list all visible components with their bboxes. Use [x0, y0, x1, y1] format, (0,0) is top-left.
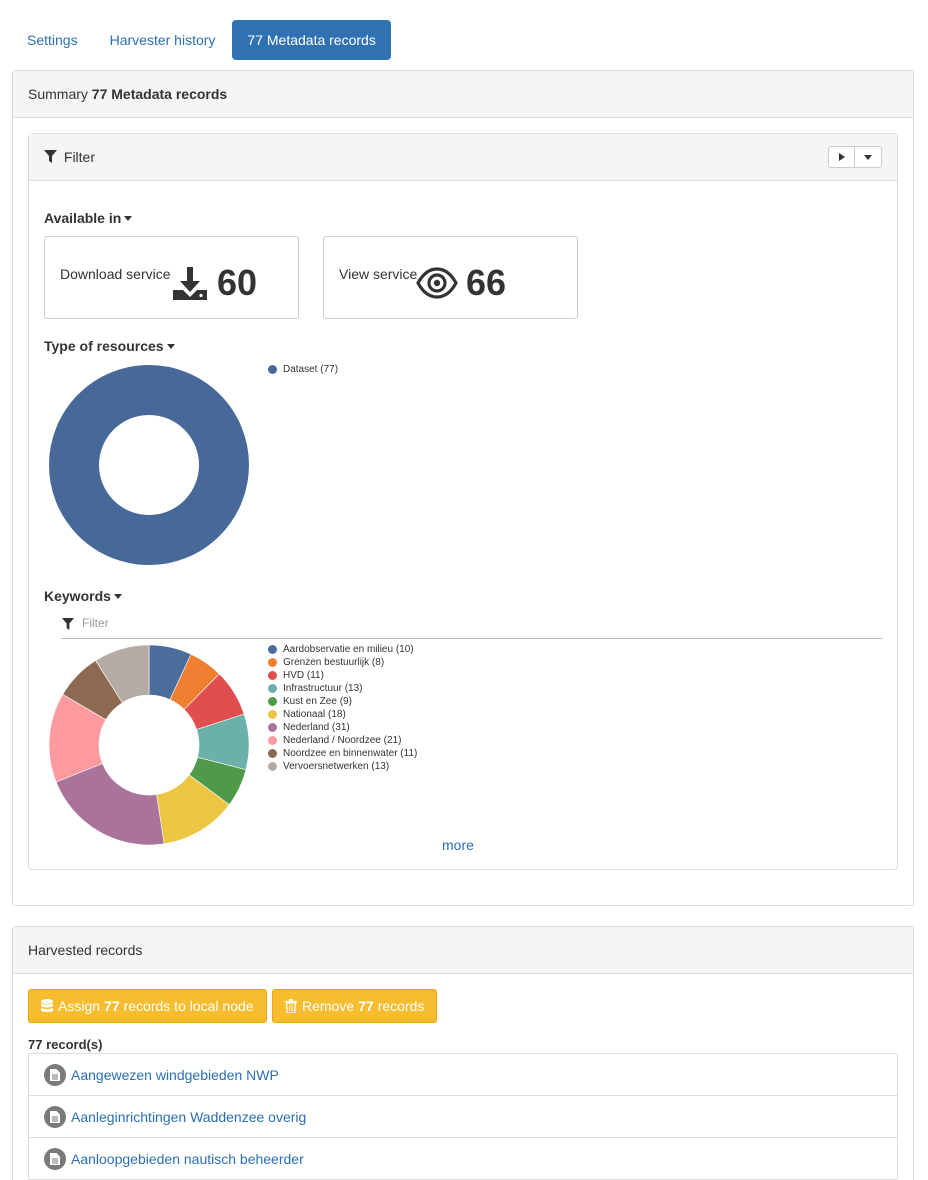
keywords-title[interactable]: Keywords: [44, 588, 122, 604]
summary-heading: Summary 77 Metadata records: [13, 71, 913, 118]
harvested-records-heading: Harvested records: [13, 927, 913, 974]
legend-item[interactable]: Nederland / Noordzee (21): [268, 734, 417, 747]
legend-dot: [268, 365, 277, 374]
view-service-card[interactable]: View service 66: [323, 236, 578, 319]
list-item[interactable]: Aangewezen windgebieden NWP: [29, 1054, 897, 1096]
legend-item[interactable]: HVD (11): [268, 669, 417, 682]
caret-down-icon: [864, 154, 872, 160]
record-list: Aangewezen windgebieden NWP Aanleginrich…: [28, 1053, 898, 1180]
legend-label: Infrastructuur (13): [283, 683, 363, 694]
available-in-title[interactable]: Available in: [44, 210, 133, 226]
filter-title: Filter: [63, 149, 96, 165]
assign-count: 77: [104, 998, 120, 1014]
remove-suffix: records: [377, 998, 425, 1014]
legend-label: Nederland (31): [283, 722, 350, 733]
caret-down-icon: [113, 594, 122, 599]
download-icon: [173, 267, 207, 300]
eye-icon: [416, 267, 458, 299]
document-icon: [44, 1063, 66, 1086]
funnel-icon: [62, 618, 74, 630]
play-button[interactable]: [828, 146, 855, 168]
legend-item[interactable]: Vervoersnetwerken (13): [268, 760, 417, 773]
caret-down-icon: [124, 216, 133, 221]
tab-harvester-history[interactable]: Harvester history: [95, 20, 231, 60]
legend-label: Nederland / Noordzee (21): [283, 735, 402, 746]
legend-label: HVD (11): [283, 670, 324, 681]
keywords-filter-input[interactable]: [82, 616, 682, 630]
assign-prefix: Assign: [58, 998, 101, 1014]
tab-settings[interactable]: Settings: [12, 20, 93, 60]
filter-button-group: [828, 146, 882, 168]
record-title[interactable]: Aangewezen windgebieden NWP: [71, 1067, 279, 1083]
legend-dot: [268, 671, 277, 680]
record-title[interactable]: Aanleginrichtingen Waddenzee overig: [71, 1109, 306, 1125]
legend-dot: [268, 645, 277, 654]
legend-item[interactable]: Infrastructuur (13): [268, 682, 417, 695]
download-service-label: Download service: [60, 266, 171, 282]
dropdown-button[interactable]: [855, 146, 882, 168]
remove-records-button[interactable]: Remove 77 records: [272, 989, 438, 1023]
document-icon: [44, 1147, 66, 1170]
download-service-card[interactable]: Download service 60: [44, 236, 299, 319]
tab-metadata-records[interactable]: 77 Metadata records: [232, 20, 391, 60]
legend-dot: [268, 710, 277, 719]
record-title[interactable]: Aanloopgebieden nautisch beheerder: [71, 1151, 304, 1167]
legend-item[interactable]: Dataset (77): [268, 363, 338, 376]
legend-dot: [268, 762, 277, 771]
caret-down-icon: [166, 344, 175, 349]
legend-item[interactable]: Kust en Zee (9): [268, 695, 417, 708]
view-service-count: 66: [466, 262, 507, 303]
keywords-label: Keywords: [44, 588, 111, 604]
donut-slice[interactable]: [49, 365, 249, 565]
funnel-icon: [44, 150, 57, 163]
harvested-records-panel: Harvested records Assign 77 records to l…: [12, 926, 914, 1180]
record-count: 77 record(s): [28, 1037, 103, 1052]
filter-heading: Filter: [29, 134, 897, 181]
type-of-resources-donut-chart: [49, 365, 249, 565]
legend-dot: [268, 749, 277, 758]
legend-dot: [268, 723, 277, 732]
type-of-resources-title[interactable]: Type of resources: [44, 338, 175, 354]
legend-item[interactable]: Aardobservatie en milieu (10): [268, 643, 417, 656]
keywords-donut-chart: [48, 644, 250, 846]
document-icon: [44, 1105, 66, 1128]
legend-label: Grenzen bestuurlijk (8): [283, 657, 385, 668]
caret-right-icon: [838, 153, 845, 161]
download-service-count: 60: [217, 262, 258, 303]
assign-suffix: records to local node: [123, 998, 254, 1014]
tab-bar: Settings Harvester history 77 Metadata r…: [12, 20, 391, 60]
legend-item[interactable]: Nationaal (18): [268, 708, 417, 721]
remove-count: 77: [358, 998, 374, 1014]
remove-prefix: Remove: [302, 998, 355, 1014]
legend-dot: [268, 658, 277, 667]
list-item[interactable]: Aanleginrichtingen Waddenzee overig: [29, 1096, 897, 1138]
list-item[interactable]: Aanloopgebieden nautisch beheerder: [29, 1138, 897, 1180]
more-link[interactable]: more: [442, 837, 474, 853]
legend-item[interactable]: Nederland (31): [268, 721, 417, 734]
legend-label: Dataset (77): [283, 364, 339, 375]
legend-dot: [268, 697, 277, 706]
summary-heading-bold: 77 Metadata records: [91, 86, 228, 102]
legend-label: Aardobservatie en milieu (10): [283, 644, 414, 655]
database-icon: [41, 999, 53, 1012]
legend-label: Kust en Zee (9): [283, 696, 352, 707]
type-of-resources-legend: Dataset (77): [268, 363, 338, 376]
available-in-label: Available in: [44, 210, 122, 226]
legend-label: Vervoersnetwerken (13): [283, 761, 390, 772]
summary-heading-prefix: Summary: [28, 86, 88, 102]
assign-records-button[interactable]: Assign 77 records to local node: [28, 989, 267, 1023]
trash-icon: [285, 999, 297, 1013]
legend-label: Nationaal (18): [283, 709, 346, 720]
legend-item[interactable]: Noordzee en binnenwater (11): [268, 747, 417, 760]
view-service-label: View service: [339, 266, 418, 282]
legend-dot: [268, 684, 277, 693]
filter-panel: Filter Available in Download service 60 …: [28, 133, 898, 870]
type-of-resources-label: Type of resources: [44, 338, 164, 354]
legend-label: Noordzee en binnenwater (11): [283, 748, 418, 759]
keywords-filter: [61, 612, 882, 639]
summary-panel: Summary 77 Metadata records Filter Avail…: [12, 70, 914, 906]
keywords-legend: Aardobservatie en milieu (10) Grenzen bes…: [268, 643, 417, 773]
legend-dot: [268, 736, 277, 745]
legend-item[interactable]: Grenzen bestuurlijk (8): [268, 656, 417, 669]
